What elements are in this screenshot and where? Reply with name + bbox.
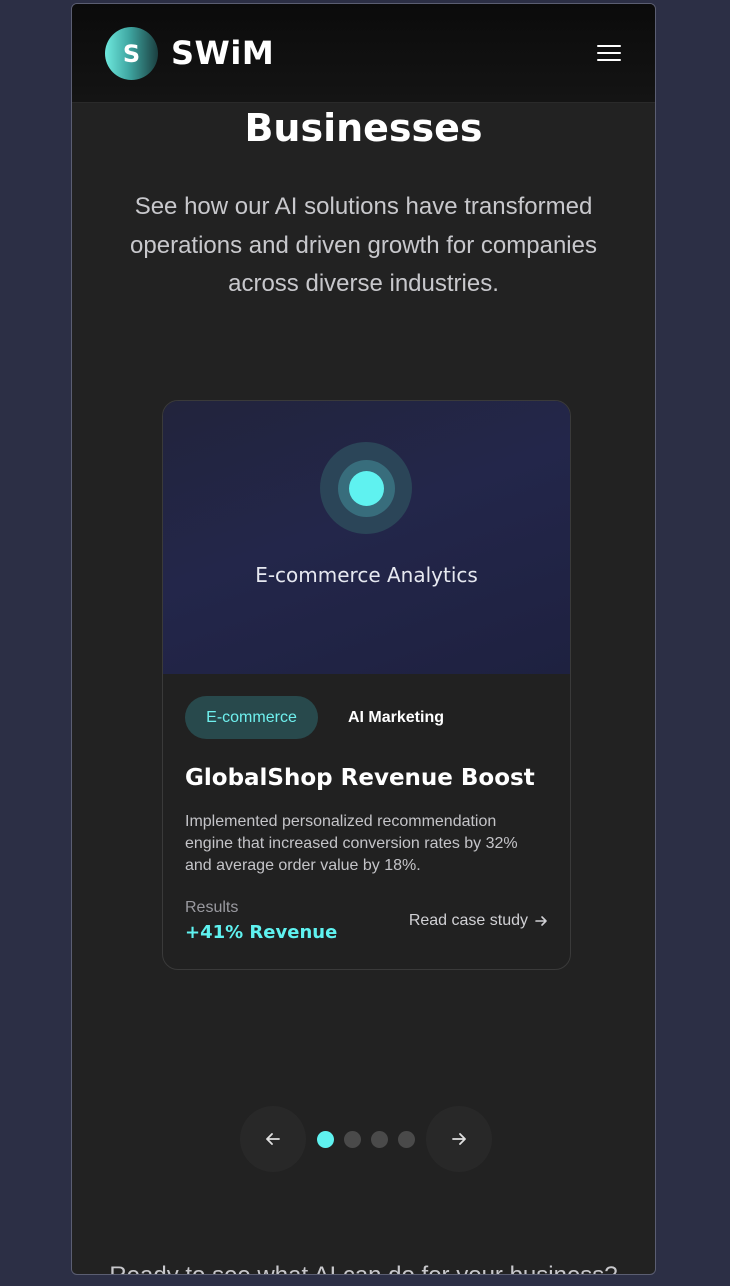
read-case-study-link[interactable]: Read case study: [409, 912, 548, 930]
phone-frame: Businesses See how our AI solutions have…: [71, 3, 656, 1275]
section-heading: Businesses: [244, 106, 483, 150]
carousel-next-button[interactable]: [426, 1106, 492, 1172]
logo-letter: S: [122, 39, 141, 68]
top-navbar: S SWiM: [72, 4, 655, 103]
carousel-dot-2[interactable]: [344, 1131, 361, 1148]
tag-ai-marketing[interactable]: AI Marketing: [336, 696, 456, 739]
carousel-dot-4[interactable]: [398, 1131, 415, 1148]
tag-ecommerce[interactable]: E-commerce: [185, 696, 318, 739]
brand-name[interactable]: SWiM: [171, 34, 274, 72]
results-label: Results: [185, 899, 239, 916]
arrow-right-icon: [452, 1133, 466, 1145]
hamburger-menu-icon[interactable]: [594, 40, 624, 66]
target-icon-dot: [349, 471, 384, 506]
card-hero-title: E-commerce Analytics: [255, 563, 478, 587]
section-intro: See how our AI solutions have transforme…: [130, 193, 597, 297]
card-title: GlobalShop Revenue Boost: [185, 765, 535, 791]
card-hero: E-commerce Analytics: [163, 401, 570, 674]
carousel-dot-1[interactable]: [317, 1131, 334, 1148]
carousel-dot-3[interactable]: [371, 1131, 388, 1148]
carousel-prev-button[interactable]: [240, 1106, 306, 1172]
logo-icon[interactable]: S: [105, 27, 158, 80]
arrow-left-icon: [266, 1133, 280, 1145]
read-case-study-label: Read case study: [408, 912, 528, 929]
cta-text: Ready to see what AI can do for your bus…: [72, 1262, 655, 1274]
case-study-card[interactable]: E-commerce Analytics E-commerce AI Marke…: [162, 400, 571, 970]
results-value: +41% Revenue: [185, 922, 338, 943]
arrow-right-icon: [535, 916, 547, 926]
card-description: Implemented personalized recommendation …: [185, 813, 518, 874]
